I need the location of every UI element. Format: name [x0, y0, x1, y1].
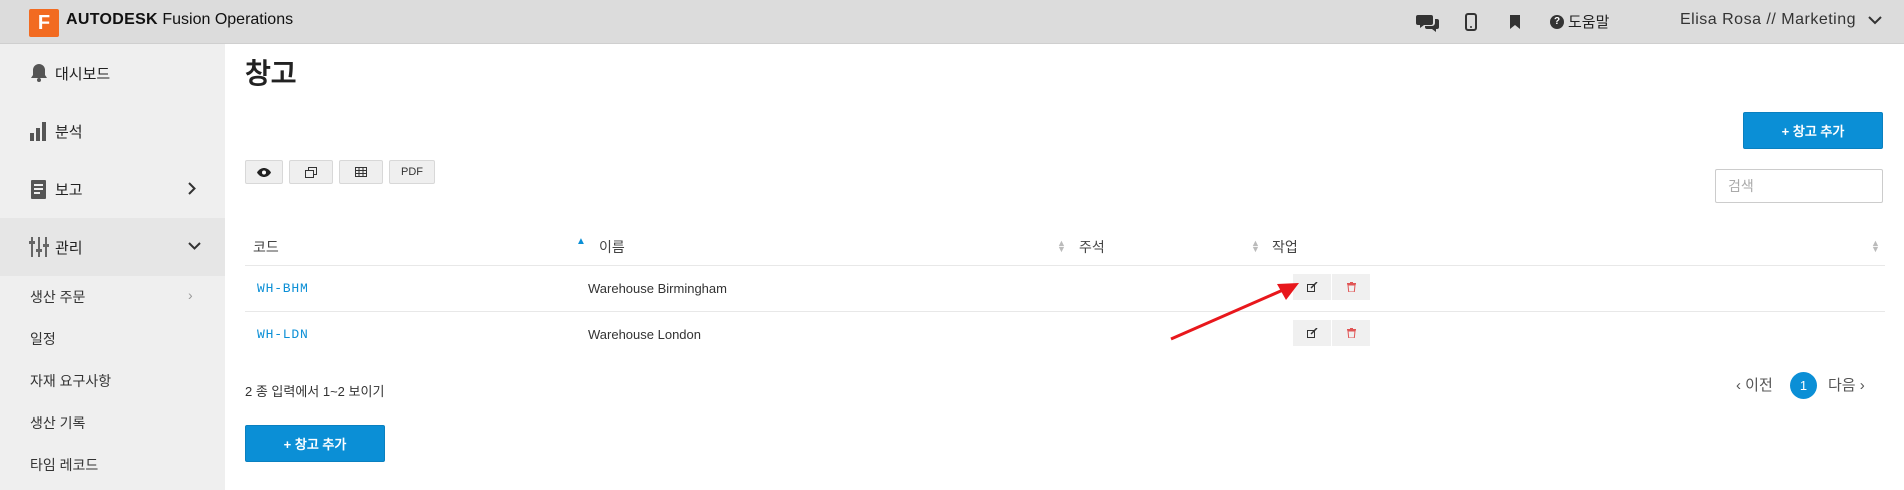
chevron-right-icon	[188, 182, 196, 195]
sort-icon[interactable]: ▲ ▼	[1057, 239, 1066, 254]
column-header-actions[interactable]: 작업	[1272, 237, 1298, 257]
user-menu[interactable]: Elisa Rosa // Marketing	[1680, 11, 1882, 29]
row-divider	[245, 265, 1885, 266]
eye-icon	[257, 167, 271, 177]
add-warehouse-button-bottom[interactable]: + 창고 추가	[245, 425, 385, 462]
sidebar-item-label: 보고	[55, 181, 83, 199]
sidebar: 대시보드 분석 보고 관리 생산 주문 › 일정 자재 요구사항 생산 기록 타…	[0, 44, 225, 490]
sidebar-sub-schedule[interactable]: 일정	[30, 329, 56, 349]
brand-name: AUTODESK	[66, 11, 158, 28]
sidebar-item-analytics[interactable]: 분석	[0, 102, 225, 160]
trash-icon	[1346, 328, 1356, 338]
sidebar-item-management[interactable]: 관리	[0, 218, 225, 276]
sidebar-sub-production-records[interactable]: 생산 기록	[30, 413, 85, 433]
pagination-next[interactable]: 다음 ›	[1828, 374, 1865, 395]
page-title: 창고	[245, 58, 297, 89]
pagination-page-current[interactable]: 1	[1790, 372, 1817, 399]
report-icon	[31, 180, 46, 199]
bookmark-icon[interactable]	[1503, 10, 1527, 34]
row-divider	[245, 311, 1885, 312]
question-icon: ?	[1550, 14, 1564, 29]
delete-button[interactable]	[1332, 274, 1370, 300]
app-logo[interactable]: F	[29, 9, 59, 37]
brand-title: AUTODESK Fusion Operations	[66, 11, 293, 29]
csv-export-button[interactable]	[339, 160, 383, 184]
bell-icon	[31, 64, 47, 82]
mobile-icon[interactable]	[1459, 10, 1483, 34]
sort-asc-icon[interactable]: ▲	[576, 237, 586, 247]
search-input[interactable]	[1715, 169, 1883, 203]
warehouse-name: Warehouse London	[588, 327, 701, 342]
sidebar-item-label: 분석	[55, 123, 83, 141]
warehouse-code-link[interactable]: WH-LDN	[257, 327, 309, 342]
sidebar-sub-material-requirements[interactable]: 자재 요구사항	[30, 371, 111, 391]
sidebar-item-label: 대시보드	[55, 65, 111, 83]
bar-chart-icon	[30, 122, 46, 141]
add-warehouse-button-top[interactable]: + 창고 추가	[1743, 112, 1883, 149]
pdf-export-button[interactable]: PDF	[389, 160, 435, 184]
help-label: 도움말	[1568, 14, 1610, 31]
pagination-prev[interactable]: ‹ 이전	[1736, 374, 1773, 395]
table-icon	[355, 167, 367, 177]
sort-icon[interactable]: ▲ ▼	[1251, 239, 1260, 254]
sort-icon[interactable]: ▲ ▼	[1871, 239, 1880, 254]
warehouse-code-link[interactable]: WH-BHM	[257, 281, 309, 296]
copy-button[interactable]	[289, 160, 333, 184]
edit-icon	[1306, 282, 1318, 292]
sidebar-item-dashboard[interactable]: 대시보드	[0, 44, 225, 102]
sidebar-sub-production-orders[interactable]: 생산 주문	[30, 287, 85, 307]
annotation-arrow	[1170, 283, 1299, 341]
chat-icon[interactable]	[1416, 10, 1440, 34]
user-label: Elisa Rosa // Marketing	[1680, 11, 1857, 28]
chevron-down-icon	[188, 242, 201, 250]
sliders-icon	[29, 237, 49, 257]
top-bar: F AUTODESK Fusion Operations ? 도움말 Elisa…	[0, 0, 1904, 44]
chevron-right-icon: ›	[188, 287, 193, 303]
column-header-note[interactable]: 주석	[1079, 237, 1105, 257]
column-header-code[interactable]: 코드	[253, 237, 279, 257]
trash-icon	[1346, 282, 1356, 292]
sidebar-item-label: 관리	[55, 239, 83, 257]
table-summary: 2 종 입력에서 1~2 보이기	[245, 384, 385, 399]
edit-icon	[1306, 328, 1318, 338]
column-visibility-button[interactable]	[245, 160, 283, 184]
product-name: Fusion Operations	[162, 11, 294, 28]
chevron-down-icon	[1868, 15, 1882, 24]
delete-button[interactable]	[1332, 320, 1370, 346]
sidebar-sub-time-records[interactable]: 타임 레코드	[30, 455, 98, 475]
sidebar-item-reports[interactable]: 보고	[0, 160, 225, 218]
copy-icon	[305, 166, 317, 178]
help-link[interactable]: ? 도움말	[1550, 11, 1609, 32]
warehouse-name: Warehouse Birmingham	[588, 281, 727, 296]
column-header-name[interactable]: 이름	[599, 237, 625, 257]
